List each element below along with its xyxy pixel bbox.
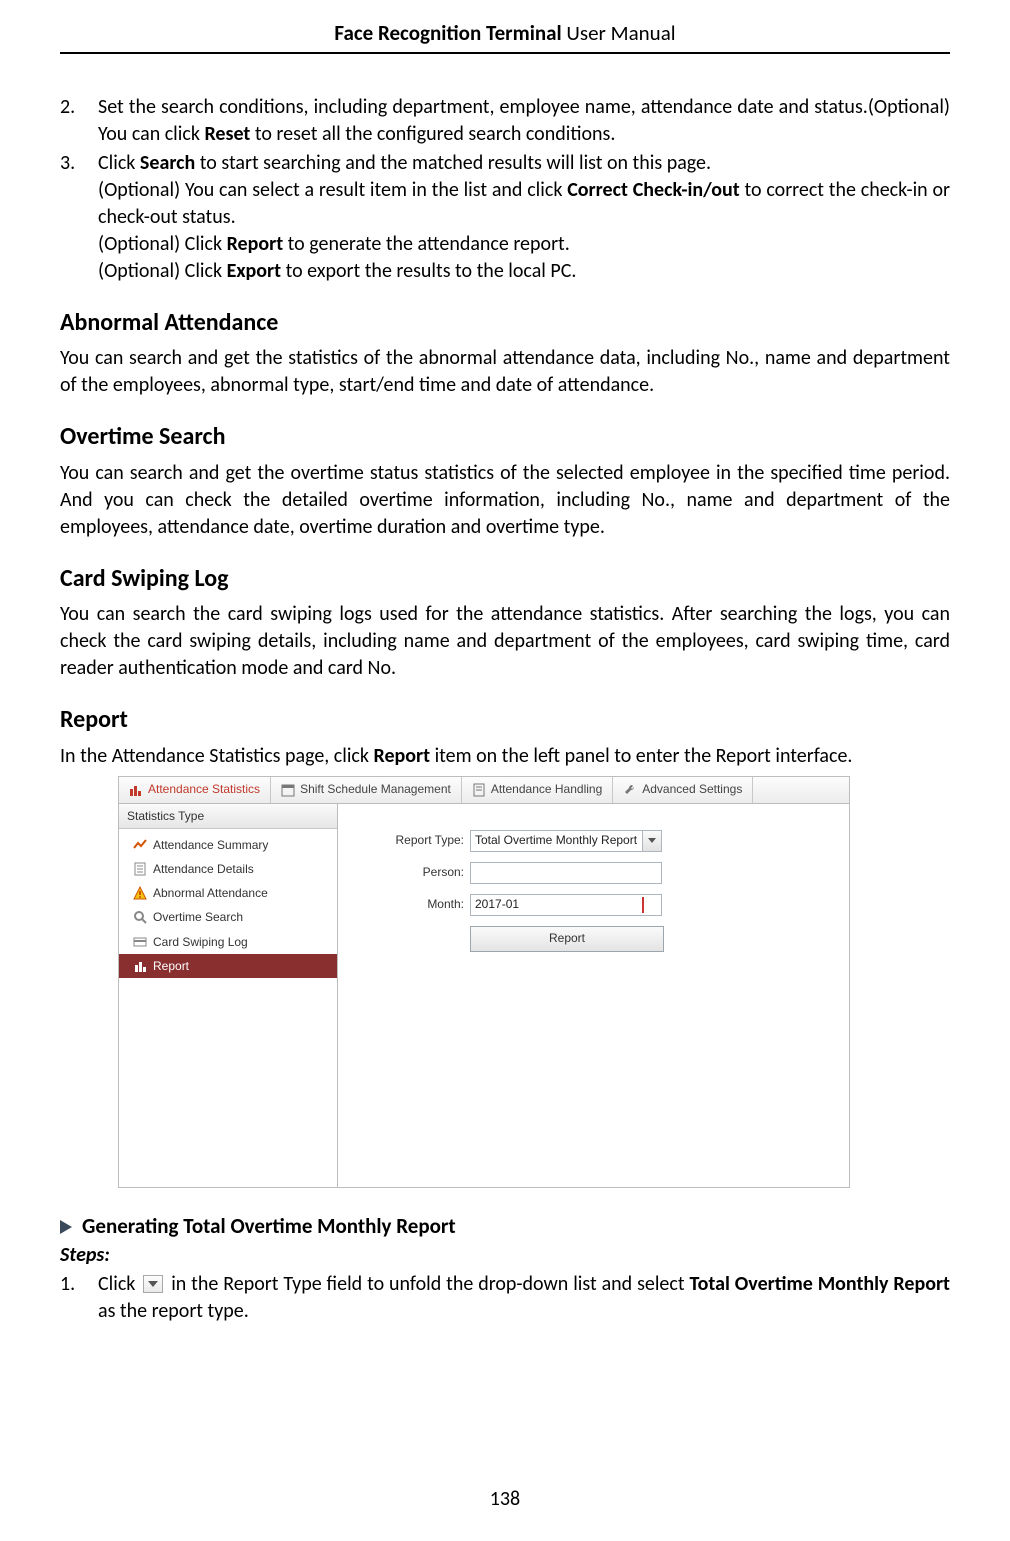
month-input[interactable]: 2017-01 [470,894,662,916]
page-number: 138 [0,1487,1010,1511]
bar-chart-icon [129,783,143,797]
section-heading-overtime: Overtime Search [60,421,950,453]
step-text: Set the search conditions, including dep… [98,94,950,148]
report-button[interactable]: Report [470,926,664,952]
sidebar-item-card-log[interactable]: Card Swiping Log [129,930,337,954]
section-body: You can search and get the overtime stat… [60,460,950,541]
section-body: You can search and get the statistics of… [60,345,950,399]
section-heading-abnormal: Abnormal Attendance [60,307,950,339]
step-number: 1. [60,1271,98,1325]
sidebar-item-label: Abnormal Attendance [153,885,268,901]
summary-icon [133,838,147,852]
tab-label: Shift Schedule Management [300,781,451,797]
person-input[interactable] [470,862,662,884]
sub-heading-text: Generating Total Overtime Monthly Report [82,1213,456,1239]
sidebar-item-label: Overtime Search [153,909,243,925]
document-icon [472,783,486,797]
month-value: 2017-01 [475,896,519,912]
list-item: 1. Click in the Report Type field to unf… [60,1271,950,1325]
month-label: Month: [374,896,470,912]
step-text: Click in the Report Type field to unfold… [98,1271,950,1325]
report-type-value: Total Overtime Monthly Report [475,832,637,848]
chevron-down-icon [143,1275,163,1293]
sidebar-item-overtime[interactable]: Overtime Search [129,905,337,929]
details-icon [133,862,147,876]
section-heading-card-swiping: Card Swiping Log [60,563,950,595]
sidebar-item-label: Attendance Details [153,861,254,877]
sidebar-item-summary[interactable]: Attendance Summary [129,833,337,857]
calendar-icon [642,897,658,913]
report-type-label: Report Type: [374,832,470,848]
report-icon [133,959,147,973]
report-type-select[interactable]: Total Overtime Monthly Report [470,830,662,852]
search-icon [133,910,147,924]
section-body: You can search the card swiping logs use… [60,601,950,682]
card-icon [133,935,147,949]
bottom-steps-list: 1. Click in the Report Type field to unf… [60,1271,950,1325]
sidebar-item-details[interactable]: Attendance Details [129,857,337,881]
tab-label: Advanced Settings [642,781,742,797]
report-screenshot: Attendance Statistics Shift Schedule Man… [118,776,850,1188]
tab-label: Attendance Statistics [148,781,260,797]
tab-attendance-statistics[interactable]: Attendance Statistics [119,777,271,803]
arrow-bullet-icon [60,1220,72,1234]
tab-attendance-handling[interactable]: Attendance Handling [462,777,613,803]
sidebar-item-label: Attendance Summary [153,837,268,853]
steps-label: Steps: [60,1242,950,1269]
person-label: Person: [374,864,470,880]
sub-heading: Generating Total Overtime Monthly Report [60,1212,950,1240]
tab-bar: Attendance Statistics Shift Schedule Man… [119,777,849,804]
list-item: 2. Set the search conditions, including … [60,94,950,148]
page-header: Face Recognition Terminal User Manual [60,20,950,54]
header-title-bold: Face Recognition Terminal [334,20,561,46]
top-steps-list: 2. Set the search conditions, including … [60,94,950,285]
step-number: 2. [60,94,98,148]
section-body: In the Attendance Statistics page, click… [60,743,950,770]
list-item: 3. Click Search to start searching and t… [60,150,950,285]
warning-icon [133,886,147,900]
step-text: Click Search to start searching and the … [98,150,950,285]
sidebar-item-abnormal[interactable]: Abnormal Attendance [129,881,337,905]
sidebar-item-label: Card Swiping Log [153,934,248,950]
sidebar-heading: Statistics Type [119,804,337,829]
tab-label: Attendance Handling [491,781,602,797]
sidebar-item-report[interactable]: Report [119,954,337,978]
header-title-rest: User Manual [562,20,676,46]
report-form: Report Type: Total Overtime Monthly Repo… [338,804,849,1187]
sidebar: Statistics Type Attendance Summary Atten… [119,804,338,1187]
report-button-label: Report [549,930,585,946]
tab-shift-schedule[interactable]: Shift Schedule Management [271,777,462,803]
calendar-icon [281,783,295,797]
tab-advanced-settings[interactable]: Advanced Settings [613,777,753,803]
section-heading-report: Report [60,704,950,736]
step-number: 3. [60,150,98,285]
wrench-icon [623,783,637,797]
sidebar-item-label: Report [153,958,189,974]
chevron-down-icon [642,831,661,851]
